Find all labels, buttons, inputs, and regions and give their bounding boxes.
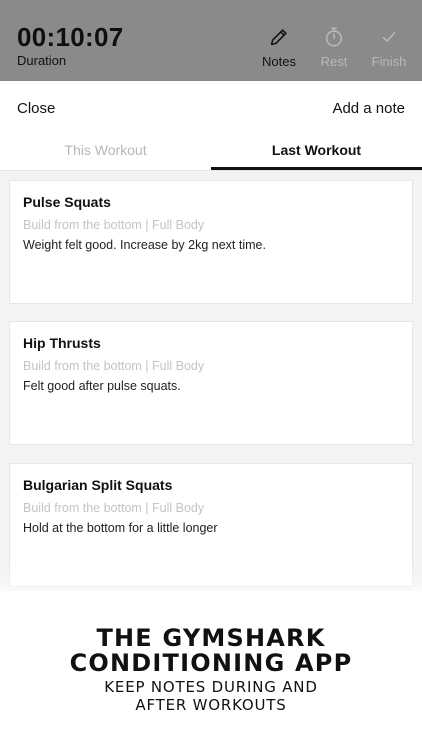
notes-label: Notes [262,54,296,69]
close-button[interactable]: Close [17,100,55,117]
exercise-meta: Build from the bottom | Full Body [23,501,205,515]
exercise-name: Hip Thrusts [23,335,101,351]
add-note-button[interactable]: Add a note [332,100,405,117]
tab-last-workout[interactable]: Last Workout [211,137,422,170]
notes-button[interactable]: Notes [254,26,304,69]
promo-title-line2: CONDITIONING APP [69,649,353,677]
pencil-icon [270,29,287,46]
promo-subtitle-line2: AFTER WORKOUTS [135,696,287,714]
notes-tabs: This Workout Last Workout [0,137,422,171]
promo-subtitle-line1: KEEP NOTES DURING AND [104,678,318,696]
tab-this-workout[interactable]: This Workout [0,137,211,170]
note-text: Hold at the bottom for a little longer [23,521,218,535]
list-fade-overlay [0,566,422,611]
exercise-meta: Build from the bottom | Full Body [23,359,205,373]
exercise-meta: Build from the bottom | Full Body [23,218,205,232]
rest-label: Rest [320,54,348,69]
duration-timer: 00:10:07 [17,22,124,52]
notes-list[interactable]: Pulse Squats Build from the bottom | Ful… [0,171,422,591]
note-text: Weight felt good. Increase by 2kg next t… [23,238,266,252]
exercise-name: Pulse Squats [23,194,111,210]
note-text: Felt good after pulse squats. [23,379,181,393]
note-card[interactable]: Hip Thrusts Build from the bottom | Full… [9,321,413,445]
finish-button[interactable]: Finish [364,26,414,69]
stopwatch-icon [325,27,343,47]
note-card[interactable]: Pulse Squats Build from the bottom | Ful… [9,180,413,304]
promo-title-line1: THE GYMSHARK [96,624,326,652]
finish-label: Finish [371,54,407,69]
duration-label: Duration [17,53,67,68]
exercise-name: Bulgarian Split Squats [23,477,173,493]
rest-button[interactable]: Rest [309,26,359,69]
checkmark-icon [382,32,396,42]
workout-header: 00:10:07 Duration Notes Rest Finish [0,0,422,81]
promo-caption: THE GYMSHARK CONDITIONING APP KEEP NOTES… [0,624,422,715]
